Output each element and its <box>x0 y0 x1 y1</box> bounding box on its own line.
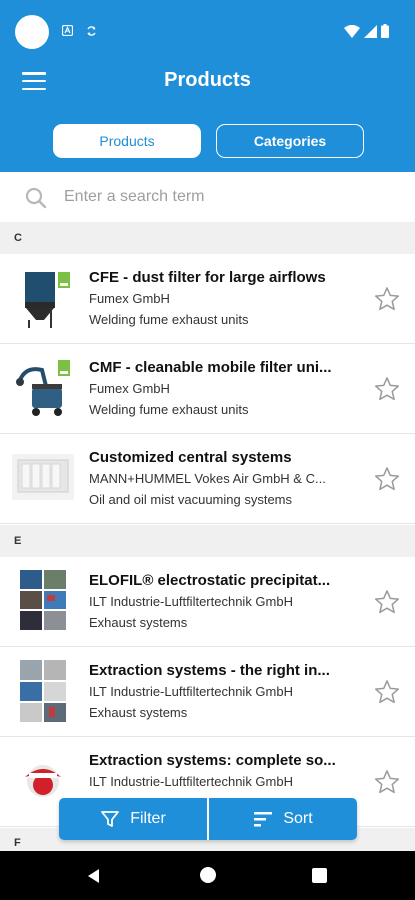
product-thumbnail <box>12 266 74 330</box>
item-category: Welding fume exhaust units <box>89 312 249 327</box>
fab-divider <box>207 798 209 840</box>
search-input[interactable] <box>64 182 384 212</box>
sort-icon <box>254 812 273 827</box>
item-company: Fumex GmbH <box>89 291 170 306</box>
wifi-icon <box>344 24 360 38</box>
sort-button[interactable]: Sort <box>209 798 357 840</box>
star-icon[interactable] <box>373 375 401 403</box>
filter-button[interactable]: Filter <box>59 798 207 840</box>
back-icon[interactable] <box>86 868 100 884</box>
signal-icon <box>364 24 377 38</box>
sort-label: Sort <box>283 810 313 827</box>
filter-icon <box>101 811 120 827</box>
item-company: ILT Industrie-Luftfiltertechnik GmbH <box>89 774 293 789</box>
list-item[interactable]: CMF - cleanable mobile filter uni... Fum… <box>0 344 415 434</box>
item-company: ILT Industrie-Luftfiltertechnik GmbH <box>89 684 293 699</box>
item-category: Exhaust systems <box>89 705 188 720</box>
star-icon[interactable] <box>373 768 401 796</box>
tab-categories[interactable]: Categories <box>216 124 364 158</box>
star-icon[interactable] <box>373 465 401 493</box>
recent-apps-icon[interactable] <box>312 868 327 883</box>
item-title: Customized central systems <box>89 449 292 466</box>
filter-sort-bar: Filter Sort <box>59 798 357 840</box>
search-bar <box>0 172 415 222</box>
product-thumbnail <box>12 356 74 420</box>
product-thumbnail <box>12 454 74 500</box>
item-title: Extraction systems: complete so... <box>89 752 336 769</box>
item-category: Exhaust systems <box>89 615 188 630</box>
item-category: Welding fume exhaust units <box>89 402 249 417</box>
item-title: ELOFIL® electrostatic precipitat... <box>89 572 331 589</box>
list-item[interactable]: Extraction systems - the right in... ILT… <box>0 647 415 737</box>
item-company: MANN+HUMMEL Vokes Air GmbH & C... <box>89 471 326 486</box>
list-item[interactable]: CFE - dust filter for large airflows Fum… <box>0 254 415 344</box>
status-bar <box>0 0 415 52</box>
page-title: Products <box>164 69 251 91</box>
notification-sync-icon <box>86 25 97 38</box>
product-thumbnail <box>19 659 67 723</box>
search-icon <box>25 187 47 209</box>
item-title: Extraction systems - the right in... <box>89 662 330 679</box>
tab-products[interactable]: Products <box>53 124 201 158</box>
star-icon[interactable] <box>373 678 401 706</box>
app-bar: Products Products Categories <box>0 52 415 172</box>
list-item[interactable]: Customized central systems MANN+HUMMEL V… <box>0 434 415 524</box>
filter-label: Filter <box>130 810 166 827</box>
list-item[interactable]: ELOFIL® electrostatic precipitat... ILT … <box>0 557 415 647</box>
notification-a-icon <box>61 24 74 38</box>
item-title: CMF - cleanable mobile filter uni... <box>89 359 332 376</box>
item-title: CFE - dust filter for large airflows <box>89 269 326 286</box>
star-icon[interactable] <box>373 588 401 616</box>
section-header-e: E <box>0 525 415 557</box>
status-icons <box>344 24 389 38</box>
item-company: Fumex GmbH <box>89 381 170 396</box>
section-header-c: C <box>0 222 415 254</box>
system-nav-bar <box>0 851 415 900</box>
status-avatar-icon <box>15 15 49 49</box>
product-thumbnail <box>19 569 67 631</box>
item-category: Oil and oil mist vacuuming systems <box>89 492 293 507</box>
star-icon[interactable] <box>373 285 401 313</box>
item-company: ILT Industrie-Luftfiltertechnik GmbH <box>89 594 293 609</box>
battery-icon <box>381 24 389 38</box>
home-icon[interactable] <box>200 867 216 883</box>
